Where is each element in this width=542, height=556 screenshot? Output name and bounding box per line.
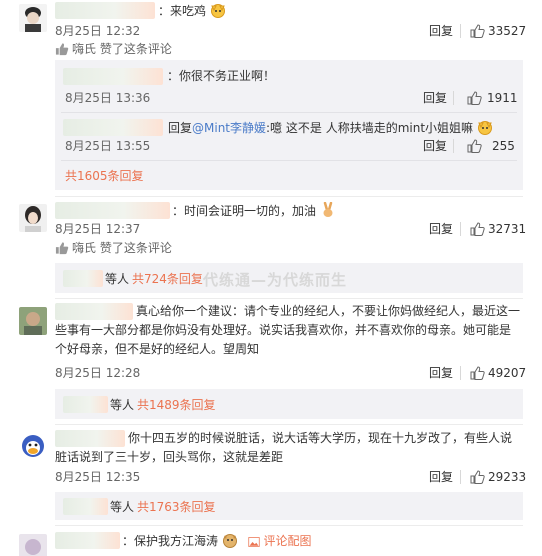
mention-link[interactable]: @Mint李静媛 (192, 121, 266, 135)
divider (453, 91, 454, 105)
more-replies-bar: 等人 共1489条回复 (55, 389, 523, 419)
comment-text: 真心给你一个建议：请个专业的经纪人，不要让你妈做经纪人，最近这一 (136, 304, 521, 318)
reply-button[interactable]: 回复 (423, 139, 447, 153)
reply-button[interactable]: 回复 (429, 366, 453, 380)
avatar[interactable] (19, 307, 47, 335)
like-count: 49207 (488, 366, 527, 380)
cat-emoji-icon (477, 121, 492, 135)
reply-box: ：你很不务正业啊！ 8月25日 13:36 回复 1911 回复@Mint李静媛… (55, 60, 523, 190)
victory-hand-icon (323, 202, 333, 217)
more-replies-bar: 等人 共724条回复 代练通—为代练而生 (55, 263, 523, 293)
username-blurred[interactable] (55, 532, 120, 549)
comment-text: ：保护我方江海涛 评论配图 (122, 534, 312, 548)
reply-text: 回复@Mint李静媛:噫 这不是 人称扶墙走的mint小姐姐嘛 (168, 119, 493, 137)
divider (61, 112, 517, 113)
comment-text: ：来吃鸡 (158, 2, 226, 20)
more-replies-prefix: 等人 (105, 272, 130, 286)
thumbs-up-small-icon (55, 43, 69, 56)
avatar-stack-blurred (63, 498, 108, 515)
reply-button[interactable]: 回复 (429, 470, 453, 484)
comment-text: 些事有一大部分都是你妈没有处理好。说实话我喜欢你，并不喜欢你的母亲。她可能是 (55, 323, 512, 337)
like-icon[interactable] (467, 91, 482, 105)
like-count: 32731 (488, 222, 527, 236)
reply-button[interactable]: 回复 (429, 222, 453, 236)
like-icon[interactable] (470, 470, 485, 484)
more-replies-link[interactable]: 共724条回复 (132, 272, 203, 286)
like-icon[interactable] (470, 366, 485, 380)
user-avatar-icon (19, 534, 47, 556)
reply-text: ：你很不务正业啊！ (167, 69, 276, 83)
comment-time: 8月25日 12:37 (55, 222, 141, 236)
divider (460, 24, 461, 38)
divider (55, 298, 523, 299)
reply-button[interactable]: 回复 (423, 91, 447, 105)
comment-pic-link[interactable]: 评论配图 (248, 534, 312, 548)
avatar[interactable] (19, 433, 47, 461)
username-blurred[interactable] (55, 2, 155, 19)
user-avatar-icon (19, 204, 47, 232)
liked-by-text: 嗨氏 赞了这条评论 (72, 241, 172, 255)
like-icon[interactable] (470, 222, 485, 236)
like-count: 1911 (487, 91, 518, 105)
avatar-stack-blurred (63, 396, 108, 413)
avatar[interactable] (19, 204, 47, 232)
divider (55, 424, 523, 425)
divider (55, 525, 523, 526)
comment-text: 个好母亲，但不是好的经纪人。望周知 (55, 342, 260, 356)
divider (460, 470, 461, 484)
doge-emoji-icon (222, 534, 237, 548)
divider (61, 160, 517, 161)
reply-button[interactable]: 回复 (429, 24, 453, 38)
reply-time: 8月25日 13:55 (65, 139, 151, 153)
username-blurred[interactable] (63, 119, 163, 136)
user-avatar-icon (19, 4, 47, 32)
comment-text: 你十四五岁的时候说脏话，说大话等大学历，现在十九岁改了，有些人说 (128, 431, 513, 445)
more-replies-bar: 等人 共1763条回复 (55, 492, 523, 520)
cat-emoji-icon (210, 4, 225, 18)
more-replies-prefix: 等人 (110, 398, 135, 412)
divider (460, 222, 461, 236)
avatar-stack-blurred (63, 270, 103, 287)
like-count: 29233 (488, 470, 527, 484)
liked-by-text: 嗨氏 赞了这条评论 (72, 42, 172, 56)
reply-time: 8月25日 13:36 (65, 91, 151, 105)
divider (453, 139, 454, 153)
watermark-text: 代练通—为代练而生 (203, 271, 348, 289)
image-icon (248, 537, 260, 547)
avatar[interactable] (19, 534, 47, 556)
comment-time: 8月25日 12:28 (55, 366, 141, 380)
user-avatar-icon (19, 307, 47, 335)
username-blurred[interactable] (63, 68, 163, 85)
username-blurred[interactable] (55, 303, 133, 320)
username-blurred[interactable] (55, 202, 170, 219)
more-replies-link[interactable]: 共1489条回复 (137, 398, 216, 412)
comment-text: ：时间会证明一切的，加油 (172, 202, 336, 220)
comment-time: 8月25日 12:32 (55, 24, 141, 38)
comment-text: 脏话说到了三十岁，回头骂你，这就是差距 (55, 450, 284, 464)
comment-time: 8月25日 12:35 (55, 470, 141, 484)
user-avatar-icon (19, 433, 47, 461)
like-count: 33527 (488, 24, 527, 38)
like-icon[interactable] (467, 139, 482, 153)
more-replies-link[interactable]: 共1605条回复 (65, 169, 144, 183)
avatar[interactable] (19, 4, 47, 32)
thumbs-up-small-icon (55, 242, 69, 255)
divider (55, 196, 523, 197)
like-count: 255 (492, 139, 515, 153)
more-replies-prefix: 等人 (110, 500, 135, 514)
username-blurred[interactable] (55, 430, 125, 447)
like-icon[interactable] (470, 24, 485, 38)
more-replies-link[interactable]: 共1763条回复 (137, 500, 216, 514)
divider (460, 366, 461, 380)
